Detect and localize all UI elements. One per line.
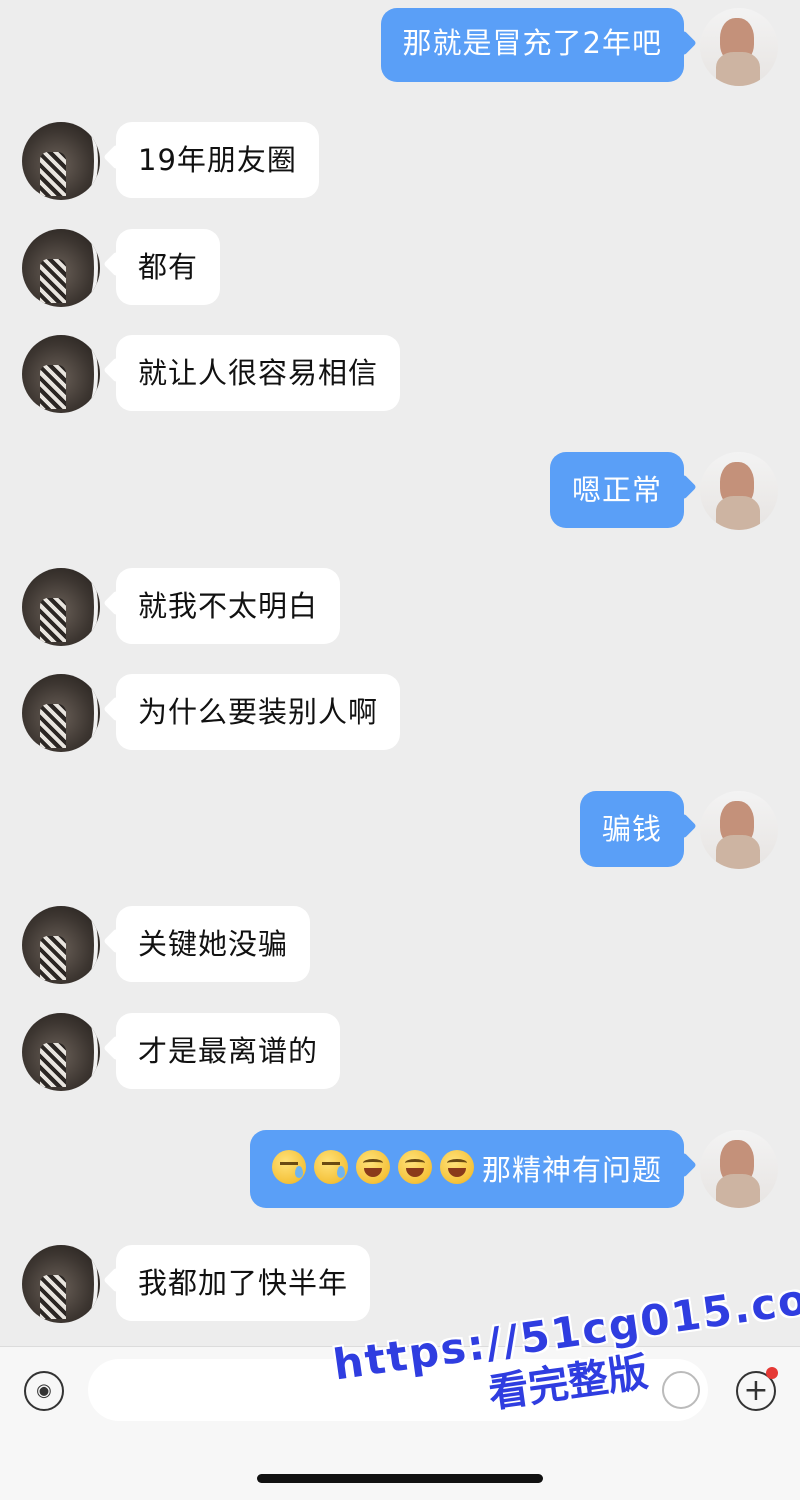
emoji-icon[interactable] xyxy=(662,1371,700,1409)
contact-avatar[interactable] xyxy=(22,1245,100,1323)
message-bubble[interactable]: 就让人很容易相信 xyxy=(116,335,401,411)
message-bubble[interactable]: 那精神有问题 xyxy=(249,1130,684,1208)
contact-avatar[interactable] xyxy=(22,568,100,646)
message-incoming: 都有 xyxy=(22,229,221,307)
message-incoming: 为什么要装别人啊 xyxy=(22,674,401,752)
message-bubble[interactable]: 就我不太明白 xyxy=(116,568,341,644)
chat-area: 那就是冒充了2年吧 19年朋友圈 都有 就让人很容易相信 嗯正常 就我不太明白 … xyxy=(0,0,800,1346)
message-outgoing: 那就是冒充了2年吧 xyxy=(380,8,778,86)
contact-avatar[interactable] xyxy=(22,906,100,984)
message-incoming: 就让人很容易相信 xyxy=(22,335,401,413)
contact-avatar[interactable] xyxy=(22,335,100,413)
home-indicator[interactable] xyxy=(257,1474,543,1483)
message-incoming: 19年朋友圈 xyxy=(22,122,319,200)
contact-avatar[interactable] xyxy=(22,674,100,752)
message-bubble[interactable]: 骗钱 xyxy=(579,791,684,867)
message-input[interactable] xyxy=(88,1359,708,1421)
contact-avatar[interactable] xyxy=(22,1013,100,1091)
contact-avatar[interactable] xyxy=(22,122,100,200)
laughing-tears-emoji-icon xyxy=(397,1150,432,1184)
message-bubble[interactable]: 关键她没骗 xyxy=(116,906,311,982)
my-avatar[interactable] xyxy=(700,1130,778,1208)
notification-dot xyxy=(766,1367,778,1379)
message-bubble[interactable]: 19年朋友圈 xyxy=(116,122,319,198)
my-avatar[interactable] xyxy=(700,8,778,86)
voice-icon[interactable]: ◉ xyxy=(24,1371,64,1411)
message-outgoing: 那精神有问题 xyxy=(249,1130,778,1208)
message-bubble[interactable]: 我都加了快半年 xyxy=(116,1245,371,1321)
message-bubble[interactable]: 才是最离谱的 xyxy=(116,1013,341,1089)
message-outgoing: 骗钱 xyxy=(579,791,778,869)
message-incoming: 关键她没骗 xyxy=(22,906,311,984)
message-bubble[interactable]: 那就是冒充了2年吧 xyxy=(380,8,684,82)
my-avatar[interactable] xyxy=(700,452,778,530)
message-bubble[interactable]: 都有 xyxy=(116,229,221,305)
laughing-tears-emoji-icon xyxy=(355,1150,390,1184)
message-outgoing: 嗯正常 xyxy=(549,452,778,530)
message-incoming: 才是最离谱的 xyxy=(22,1013,341,1091)
crying-face-emoji-icon xyxy=(313,1150,348,1184)
contact-avatar[interactable] xyxy=(22,229,100,307)
crying-face-emoji-icon xyxy=(271,1150,306,1184)
message-bubble[interactable]: 嗯正常 xyxy=(549,452,684,528)
message-text: 那精神有问题 xyxy=(481,1153,662,1187)
laughing-tears-emoji-icon xyxy=(439,1150,474,1184)
message-incoming: 我都加了快半年 xyxy=(22,1245,371,1323)
message-incoming: 就我不太明白 xyxy=(22,568,341,646)
my-avatar[interactable] xyxy=(700,791,778,869)
message-bubble[interactable]: 为什么要装别人啊 xyxy=(116,674,401,750)
